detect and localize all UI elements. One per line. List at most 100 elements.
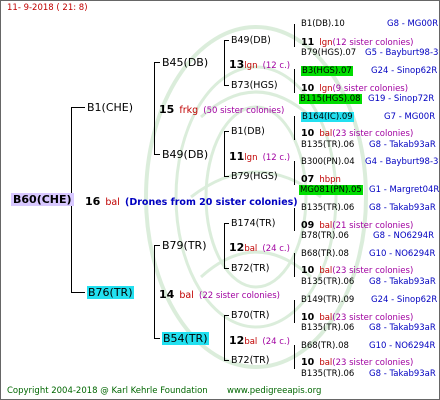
g2-race: bal [244, 244, 258, 254]
g2-info-3: 12bal (24 c.) [229, 239, 290, 256]
pedigree-chart: 11- 9-2018 ( 21: 8) B60(CHE) 16 bal (Dro… [0, 0, 440, 400]
g4-node-7[interactable]: B300(PN).04 [301, 156, 355, 169]
g2-info-1: 13lgn (12 c.) [229, 56, 290, 73]
g2-note: (24 c.) [262, 244, 290, 254]
g4-label: B135(TR).06 [301, 277, 355, 287]
g4-origin: G8 - MG00R [387, 19, 439, 29]
g4-origin-4: G19 - Sinop72R [368, 93, 434, 106]
connector [224, 40, 229, 41]
g4-origin: G8 - NO6294R [373, 231, 435, 241]
g4-origin-16: G8 - Takab93aR [369, 368, 436, 381]
g4-node-14[interactable]: B135(TR).06 [301, 322, 354, 335]
g2-race: lgn [244, 153, 258, 163]
g1-note: (22 sister colonies) [199, 291, 280, 301]
connector [224, 268, 229, 269]
g3-node-4[interactable]: B79(HGS) [231, 170, 278, 183]
g4-origin: G8 - Takab93aR [369, 369, 436, 379]
g4-origin-9: G8 - Takab93aR [369, 202, 436, 215]
connector [154, 62, 160, 63]
g4-node-13[interactable]: B149(TR).09 [301, 294, 354, 307]
g1-node-2[interactable]: B76(TR) [87, 286, 134, 299]
connector [224, 131, 229, 132]
root-queen[interactable]: B60(CHE) [11, 193, 74, 206]
connector [224, 315, 225, 361]
g2-node-1[interactable]: B45(DB) [162, 56, 208, 69]
g1-info-2: 14 bal (22 sister colonies) [159, 286, 280, 303]
g4-label: B135(TR).06 [301, 203, 355, 213]
g2-node-3[interactable]: B79(TR) [162, 239, 207, 252]
g4-node-5[interactable]: B164(IC).09 [301, 111, 354, 124]
g3-node-6[interactable]: B72(TR) [231, 262, 269, 275]
g4-origin-11: G10 - NO6294R [369, 248, 435, 261]
g3-node-3[interactable]: B1(DB) [231, 125, 265, 138]
g2-count: 12 [229, 241, 245, 254]
g3-label: B1(DB) [231, 126, 265, 137]
g4-origin: G1 - Margret04R [369, 185, 440, 195]
g1-race: bal [179, 290, 194, 301]
g1-count: 14 [159, 288, 175, 301]
g3-node-5[interactable]: B174(TR) [231, 217, 275, 230]
footer-copyright: Copyright 2004-2018 @ Karl Kehrle Founda… [7, 386, 208, 396]
g4-node-12[interactable]: B135(TR).06 [301, 276, 354, 289]
g1-node-1[interactable]: B1(CHE) [87, 101, 133, 114]
g4-label: B1(DB).10 [301, 19, 345, 29]
connector [224, 40, 225, 86]
g4-origin: G24 - Sinop62R [371, 66, 438, 76]
connector [154, 154, 160, 155]
g4-node-11[interactable]: B68(TR).08 [301, 248, 349, 261]
g1-race: frkg [179, 105, 199, 116]
g4-node-10[interactable]: B78(TR).06 [301, 230, 349, 243]
g3-node-7[interactable]: B70(TR) [231, 309, 269, 322]
root-drone-info: 16 bal (Drones from 20 sister colonies) [85, 193, 298, 209]
connector [224, 85, 229, 86]
connector [224, 223, 229, 224]
date-stamp: 11- 9-2018 ( 21: 8) [7, 3, 88, 13]
g4-label: B135(TR).06 [301, 140, 355, 150]
g4-label: B135(TR).06 [301, 323, 355, 333]
g4-node-6[interactable]: B135(TR).06 [301, 139, 354, 152]
g3-race: bal [319, 266, 333, 276]
g3-node-8[interactable]: B72(TR) [231, 354, 269, 367]
g4-node-2[interactable]: B79(HGS).07 [301, 47, 356, 60]
g3-node-1[interactable]: B49(DB) [231, 34, 271, 47]
g4-node-15[interactable]: B68(TR).08 [301, 340, 349, 353]
g2-info-4: 12bal (24 c.) [229, 332, 290, 349]
g4-label: B115(HGS).08 [299, 94, 362, 104]
connector [224, 176, 229, 177]
connector [154, 245, 160, 246]
g2-count: 12 [229, 334, 245, 347]
g4-node-9[interactable]: B135(TR).06 [301, 202, 354, 215]
footer-site-link[interactable]: www.pedigreeapis.org [227, 385, 321, 398]
g4-node-4[interactable]: B115(HGS).08 [299, 93, 362, 106]
g4-origin-15: G10 - NO6294R [369, 340, 435, 353]
g4-node-8[interactable]: MG081(PN).05 [299, 184, 363, 197]
g1-label: B76(TR) [87, 286, 134, 299]
connector [224, 315, 229, 316]
g3-race: bal [319, 129, 333, 139]
g4-node-3[interactable]: B3(HGS).07 [301, 65, 353, 78]
g4-label: B68(TR).08 [301, 341, 349, 351]
g4-label: B164(IC).09 [301, 112, 354, 122]
connector [294, 253, 295, 277]
connector [294, 69, 295, 93]
g4-origin: G19 - Sinop72R [368, 94, 435, 104]
g4-origin: G7 - MG00R [384, 112, 436, 122]
root-note: (Drones from 20 sister colonies) [125, 197, 298, 208]
g2-node-2[interactable]: B49(DB) [162, 148, 208, 161]
g4-label: B135(TR).06 [301, 369, 355, 379]
g3-race: bal [319, 358, 333, 368]
g2-node-4[interactable]: B54(TR) [162, 332, 209, 345]
g3-label: B70(TR) [231, 310, 270, 321]
g3-note: (23 sister colonies) [332, 266, 414, 276]
g4-node-1[interactable]: B1(DB).10 [301, 18, 345, 31]
g2-race: bal [244, 337, 258, 347]
g3-node-2[interactable]: B73(HGS) [231, 79, 278, 92]
root-count: 16 [85, 195, 101, 208]
g3-note: (23 sister colonies) [332, 129, 414, 139]
g3-count: 10 [301, 128, 315, 139]
g4-origin: G5 - Bayburt98-3 [365, 48, 439, 58]
g4-origin: G10 - NO6294R [369, 249, 436, 259]
g4-origin: G4 - Bayburt98-3 [365, 157, 439, 167]
g1-info-1: 15 frkg (50 sister colonies) [159, 101, 284, 118]
g4-node-16[interactable]: B135(TR).06 [301, 368, 354, 381]
